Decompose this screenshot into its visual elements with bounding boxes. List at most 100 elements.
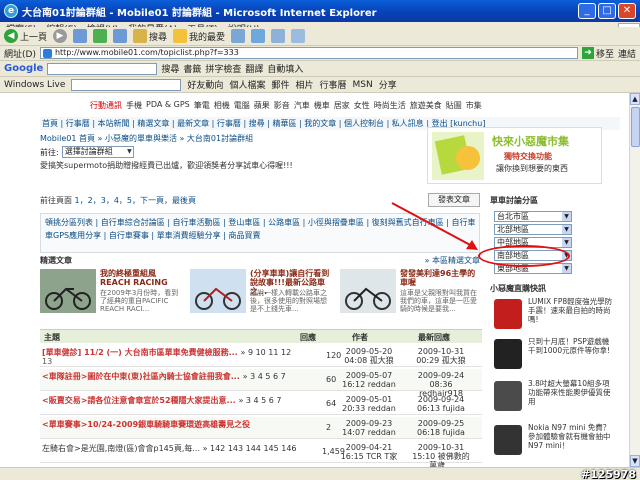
nav-sticker[interactable]: 貼圖	[446, 100, 462, 110]
featured-more-link[interactable]: » 本區精選文章	[425, 255, 480, 266]
minimize-button[interactable]: _	[578, 3, 596, 19]
nav-mobile[interactable]: 行動通訊	[90, 100, 122, 110]
back-button[interactable]: ◀ 上一頁	[4, 29, 47, 43]
product-text[interactable]: 3.8吋超大螢幕10組多項功能帶來性能奧伊優質使用	[528, 379, 616, 406]
product-text[interactable]: 只到十月底！PSP遊戲機千到1000元原件等你拿!	[528, 337, 616, 355]
featured-desc-2: 雖說一樣入轉載公路車之後，很多使用的對照場想是不上錢先車...	[250, 289, 327, 313]
search-button[interactable]: 搜尋	[133, 29, 167, 43]
topic-last-reply[interactable]: 2009-09-25 06:18 fujida	[412, 419, 470, 437]
featured-item[interactable]: 發發美利達96主學的車喔 這車是父親限對叫我買在我們的車，這車是一匹愛騎的時候是…	[340, 269, 480, 317]
google-search-button[interactable]: 搜尋	[161, 62, 179, 75]
live-profile[interactable]: 個人檔案	[229, 78, 265, 91]
favorites-star-icon	[173, 29, 188, 43]
nav-travel[interactable]: 旅遊美食	[410, 100, 442, 110]
table-row[interactable]: [單車健診] 11/2 (一) 大台南市區單車免費健檢服務... » 9 10 …	[40, 345, 482, 367]
table-row[interactable]: <販賣交易>請各位注意會章宣於52種隱大家提出意... » 3 4 5 6 7 …	[40, 393, 482, 415]
links-label[interactable]: 連結	[618, 47, 636, 60]
region-select-taipei[interactable]: 台北市區	[494, 211, 572, 222]
maximize-button[interactable]: □	[598, 3, 616, 19]
topic-author[interactable]: 2009-05-20 04:08 孤大狼	[340, 347, 398, 365]
nav-phone[interactable]: 手機	[126, 100, 142, 110]
close-button[interactable]: ✕	[618, 3, 636, 19]
live-search-input[interactable]	[71, 78, 182, 91]
post-topic-button[interactable]: 發表文章	[428, 193, 480, 207]
forward-button[interactable]: ▶	[53, 29, 68, 43]
product-text[interactable]: Nokia N97 mini 免費？參加體驗會就有機會抽中N97 mini！	[528, 423, 616, 450]
nav-av[interactable]: 影音	[274, 100, 290, 110]
live-calendar[interactable]: 行事曆	[319, 78, 346, 91]
featured-item[interactable]: (分享車車)讓自行看到說故事!!!最新公路車之... 雖說一樣入轉載公路車之後，…	[190, 269, 330, 317]
subforum-row-1[interactable]: 頓挑分區列表 | 自行車綜合討論區 | 自行車活動區 | 登山車區 | 公路車區…	[45, 216, 475, 229]
live-friends[interactable]: 好友動向	[187, 78, 223, 91]
google-logo: Google	[4, 63, 44, 74]
topic-author[interactable]: 2009-09-23 14:07 reddan	[340, 419, 398, 437]
print-icon[interactable]	[271, 29, 286, 43]
featured-item[interactable]: 我的終極重組風 REACH RACING 在2009年3月份時，看到了經典的重自…	[40, 269, 180, 317]
google-search-input[interactable]	[47, 62, 158, 75]
google-translate[interactable]: 翻譯	[245, 62, 263, 75]
mail-icon[interactable]	[251, 29, 266, 43]
nav-pc[interactable]: 電腦	[234, 100, 250, 110]
nav-apple[interactable]: 蘋果	[254, 100, 270, 110]
nav-pda[interactable]: PDA & GPS	[146, 100, 190, 110]
windows-live-toolbar: Windows Live 好友動向 個人檔案 郵件 相片 行事曆 MSN 分享	[0, 77, 640, 93]
table-row[interactable]: <單車賽事>10/24-2009銀車騎騎車賽環遊高雄壽見之役 2 2009-09…	[40, 417, 482, 439]
topic-author[interactable]: 2009-05-01 20:33 reddan	[340, 395, 398, 413]
product-item[interactable]: 只到十月底！PSP遊戲機千到1000元原件等你拿!	[494, 337, 614, 373]
url-field[interactable]: http://www.mobile01.com/topiclist.php?f=…	[39, 47, 578, 59]
announcement[interactable]: 愛搞笑supermoto捐助贈撥經費已出爐，歡迎領獎者分享試車心得喔!!!	[40, 160, 420, 171]
topic-last-reply[interactable]: 2009-09-24 06:13 fujida	[412, 395, 470, 413]
stop-icon[interactable]	[73, 29, 88, 43]
topic-author[interactable]: 2009-04-21 16:15 TCR T家	[340, 443, 398, 461]
live-mail[interactable]: 郵件	[271, 78, 289, 91]
table-row[interactable]: 左騎右會>是光園,南燈(區)會會p145頁,每... » 142 143 144…	[40, 441, 482, 467]
google-spellcheck[interactable]: 拼字檢查	[205, 62, 241, 75]
home-icon[interactable]	[113, 29, 128, 43]
product-item[interactable]: LUMIX FP8輕度強光學防手震！速來最自拍的時尚嗎!	[494, 297, 614, 333]
live-photos[interactable]: 相片	[295, 78, 313, 91]
vertical-scrollbar[interactable]: ▲ ▼	[629, 93, 640, 467]
banner-subtitle: 獨特交換功能	[504, 152, 552, 161]
topic-last-reply[interactable]: 2009-10-31 00:29 孤大狼	[412, 347, 470, 365]
topic-table-header: 主題 回應 作者 最新回應	[40, 329, 482, 343]
google-bookmarks[interactable]: 書籤	[183, 62, 201, 75]
topic-subject[interactable]: <車隊註冊>圖於在中東(東)社區內騎士協會註冊我會... » 3 4 5 6 7	[42, 371, 302, 382]
nav-women[interactable]: 女性	[354, 100, 370, 110]
search-label: 搜尋	[149, 32, 168, 43]
table-row[interactable]: <車隊註冊>圖於在中東(東)社區內騎士協會註冊我會... » 3 4 5 6 7…	[40, 369, 482, 398]
shop-header[interactable]: 小惡魔直購快訊	[490, 283, 610, 294]
nav-style[interactable]: 時尚生活	[374, 100, 406, 110]
topic-page-more[interactable]: 13	[42, 357, 302, 366]
scroll-up-icon[interactable]: ▲	[630, 93, 640, 105]
live-msn[interactable]: MSN	[353, 80, 373, 90]
forum-select[interactable]: 選擇討論群組	[61, 146, 134, 158]
scroll-down-icon[interactable]: ▼	[630, 455, 640, 467]
google-autofill[interactable]: 自動填入	[267, 62, 303, 75]
nav-camera[interactable]: 相機	[214, 100, 230, 110]
favorites-button[interactable]: 我的最愛	[173, 29, 225, 43]
live-share[interactable]: 分享	[379, 78, 397, 91]
nav-laptop[interactable]: 筆電	[194, 100, 210, 110]
refresh-icon[interactable]	[93, 29, 108, 43]
topic-subject[interactable]: 左騎右會>是光園,南燈(區)會會p145頁,每... » 142 143 144…	[42, 443, 302, 454]
topic-subject[interactable]: <單車賽事>10/24-2009銀車騎騎車賽環遊高雄壽見之役	[42, 419, 302, 430]
product-item[interactable]: 3.8吋超大螢幕10組多項功能帶來性能奧伊優質使用	[494, 379, 614, 415]
region-select-north[interactable]: 北部地區	[494, 224, 572, 235]
market-banner[interactable]: 快來小惡魔市集 獨特交換功能 讓你換到想要的東西	[427, 127, 602, 184]
product-item[interactable]: Nokia N97 mini 免費？參加體驗會就有機會抽中N97 mini！	[494, 423, 614, 459]
nav-home[interactable]: 居家	[334, 100, 350, 110]
subforum-row-2[interactable]: 車GPS應用分享 | 自行車賽事 | 單車消費經驗分享 | 商品買賣	[45, 229, 475, 242]
topic-subject[interactable]: <販賣交易>請各位注意會章宣於52種隱大家提出意... » 3 4 5 6 7	[42, 395, 302, 406]
nav-market[interactable]: 市集	[466, 100, 482, 110]
history-icon[interactable]	[231, 29, 246, 43]
breadcrumb[interactable]: Mobile01 首頁 » 小惡魔的單車與樂活 » 大台南01討論群組	[40, 133, 420, 144]
go-button[interactable]: ➜ 移至	[581, 47, 614, 60]
scroll-thumb[interactable]	[631, 107, 640, 147]
product-text[interactable]: LUMIX FP8輕度強光學防手震！速來最自拍的時尚嗎!	[528, 297, 616, 324]
edit-icon[interactable]	[291, 29, 306, 43]
nav-car[interactable]: 汽車	[294, 100, 310, 110]
topic-last-reply[interactable]: 2009-10-31 15:10 被佛數的萬歲...	[412, 443, 470, 467]
pagination-links[interactable]: 1，2，3，4，5，下一頁，最後頁	[75, 196, 196, 205]
topic-author[interactable]: 2009-05-07 16:12 reddan	[340, 371, 398, 389]
nav-moto[interactable]: 機車	[314, 100, 330, 110]
